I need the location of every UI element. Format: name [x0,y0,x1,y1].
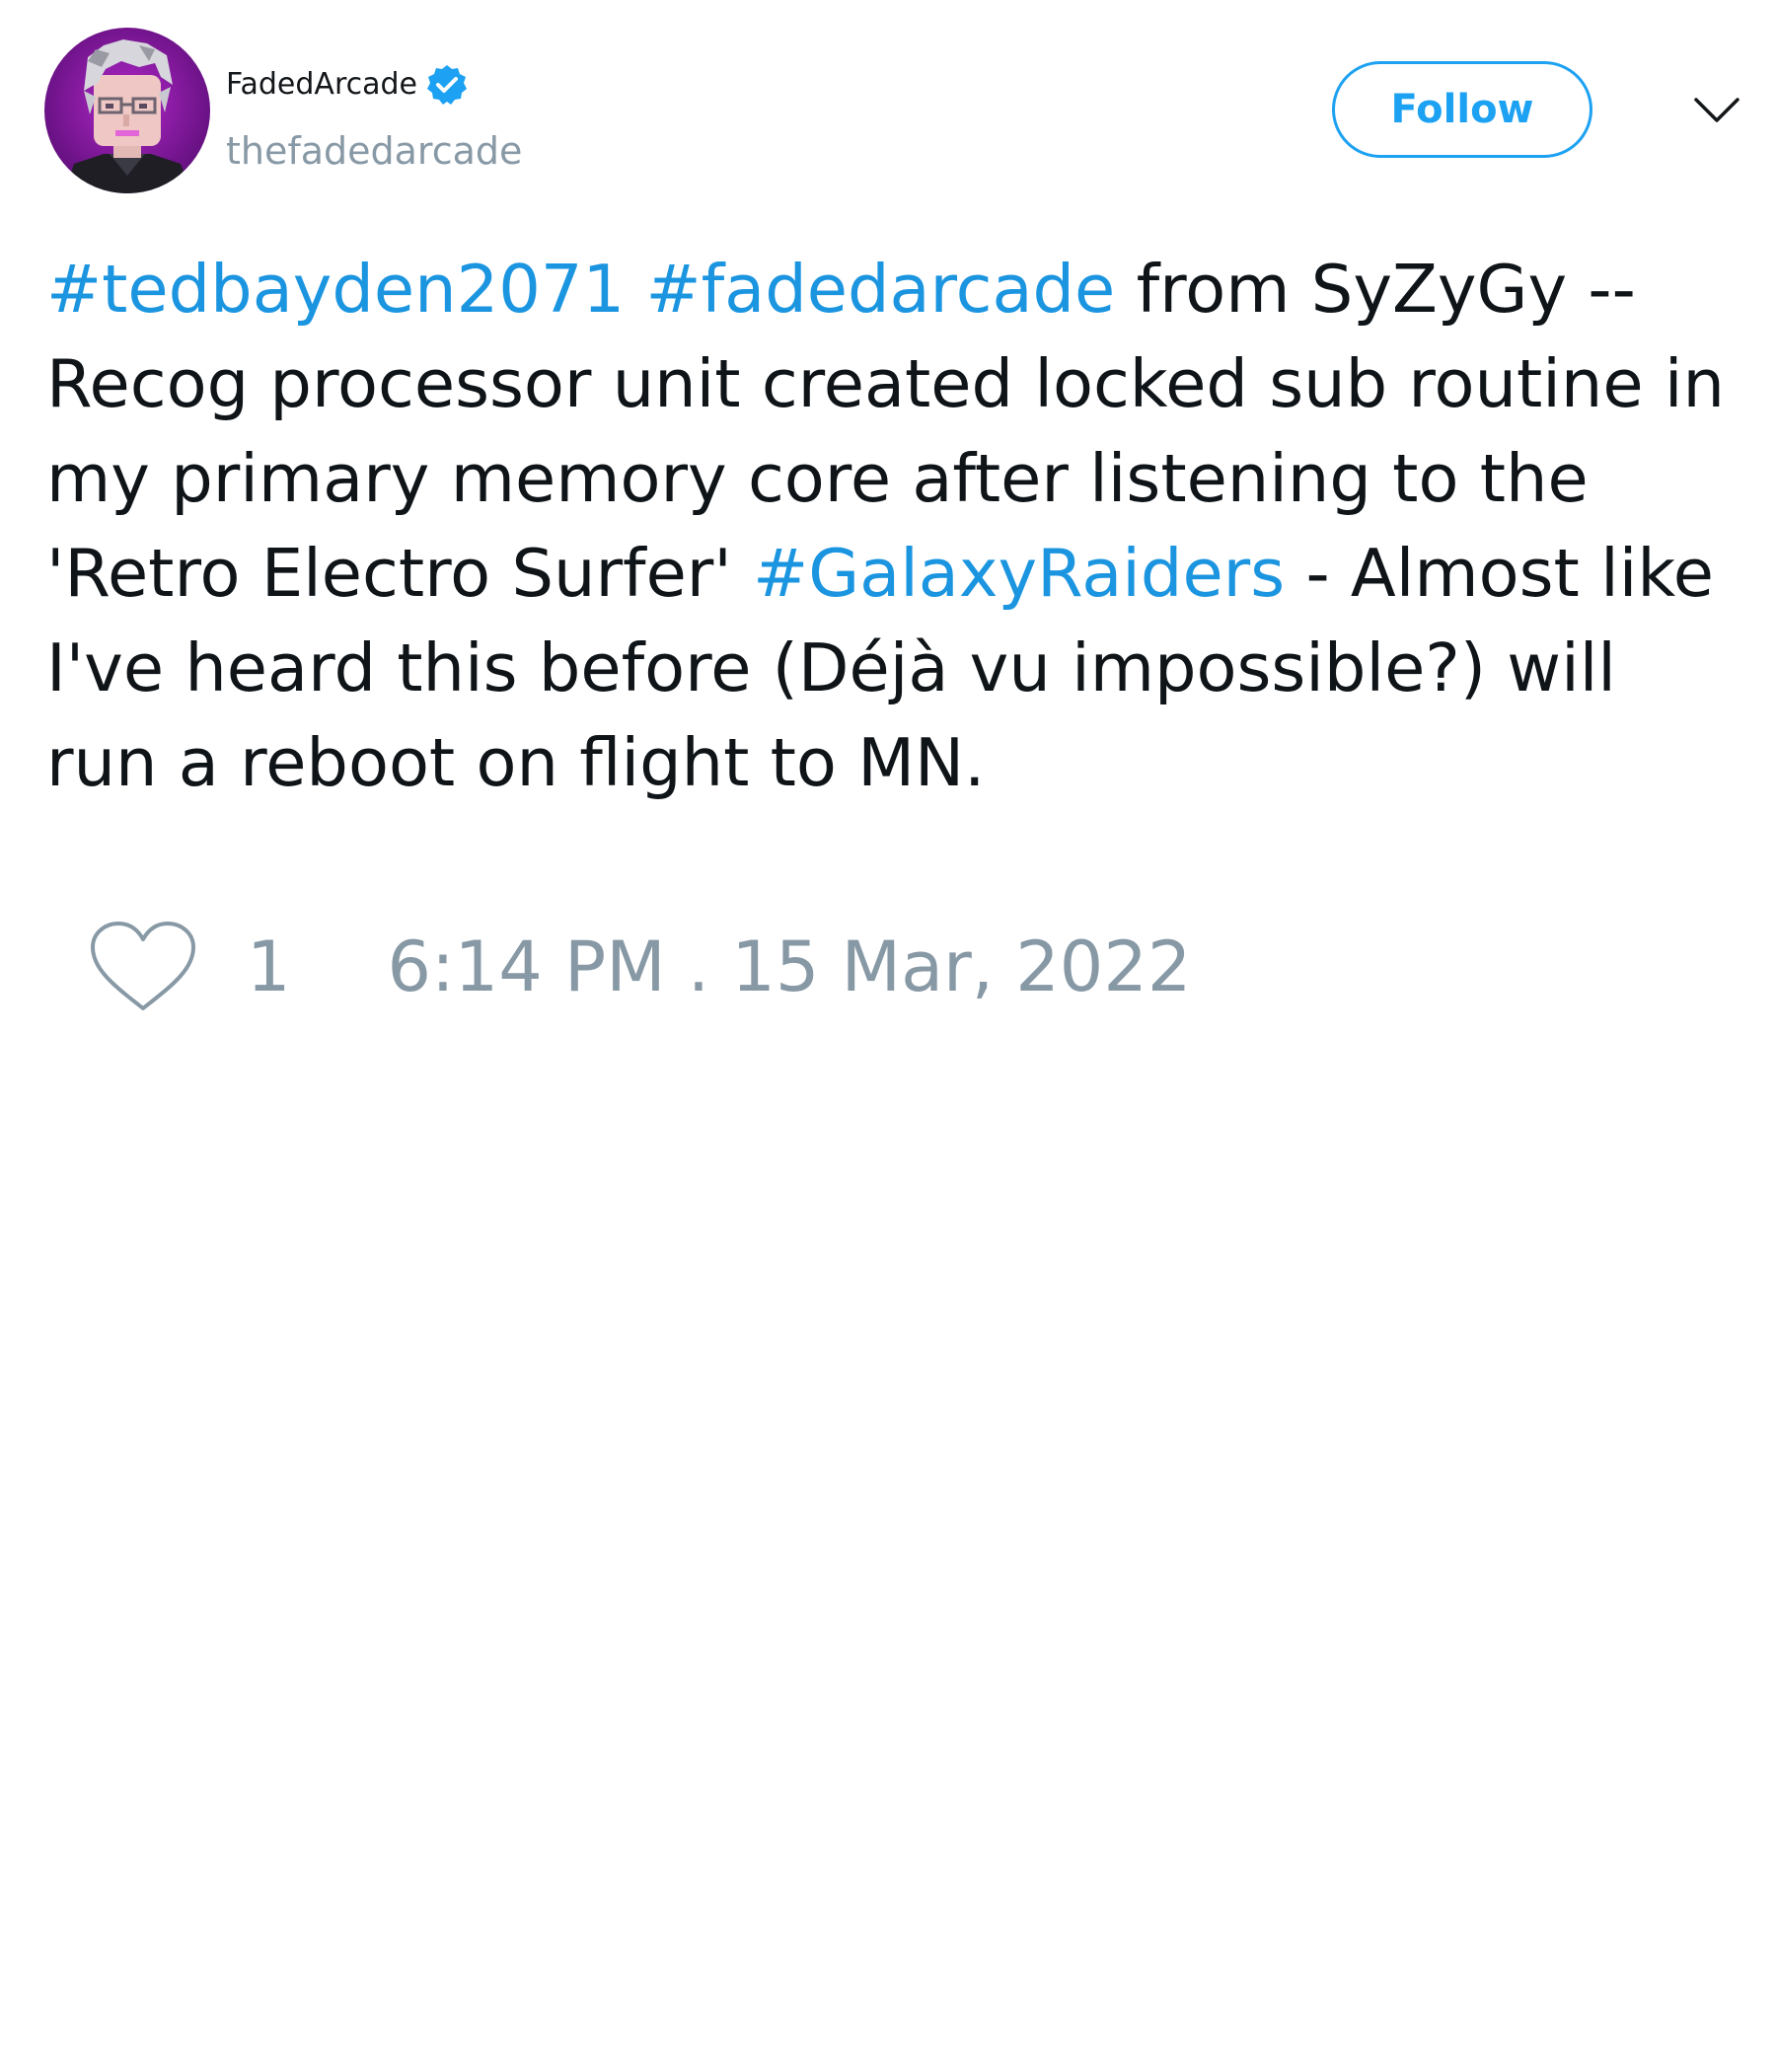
like-count: 1 [247,926,291,1007]
pixel-art-avatar-icon [44,28,210,193]
hashtag-link[interactable]: #GalaxyRaiders [753,535,1285,612]
avatar[interactable] [44,28,210,193]
tweet-menu-button[interactable] [1689,87,1744,134]
follow-button[interactable]: Follow [1332,61,1592,158]
hashtag-link[interactable]: #fadedarcade [645,251,1115,328]
verified-badge-icon [425,63,469,107]
chevron-down-icon [1694,98,1739,122]
author-handle[interactable]: thefadedarcade [226,126,522,176]
heart-outline-icon[interactable] [89,920,197,1014]
hashtag-link[interactable]: #tedbayden2071 [46,251,625,328]
author-display-name[interactable]: FadedArcade [226,61,417,109]
tweet-timestamp[interactable]: 6:14 PM . 15 Mar, 2022 [388,920,1192,1014]
tweet-footer: 1 6:14 PM . 15 Mar, 2022 [89,913,1191,1021]
tweet-text: #tedbayden2071 #fadedarcade from SyZyGy … [46,242,1743,810]
author-name-row: FadedArcade [226,61,469,109]
